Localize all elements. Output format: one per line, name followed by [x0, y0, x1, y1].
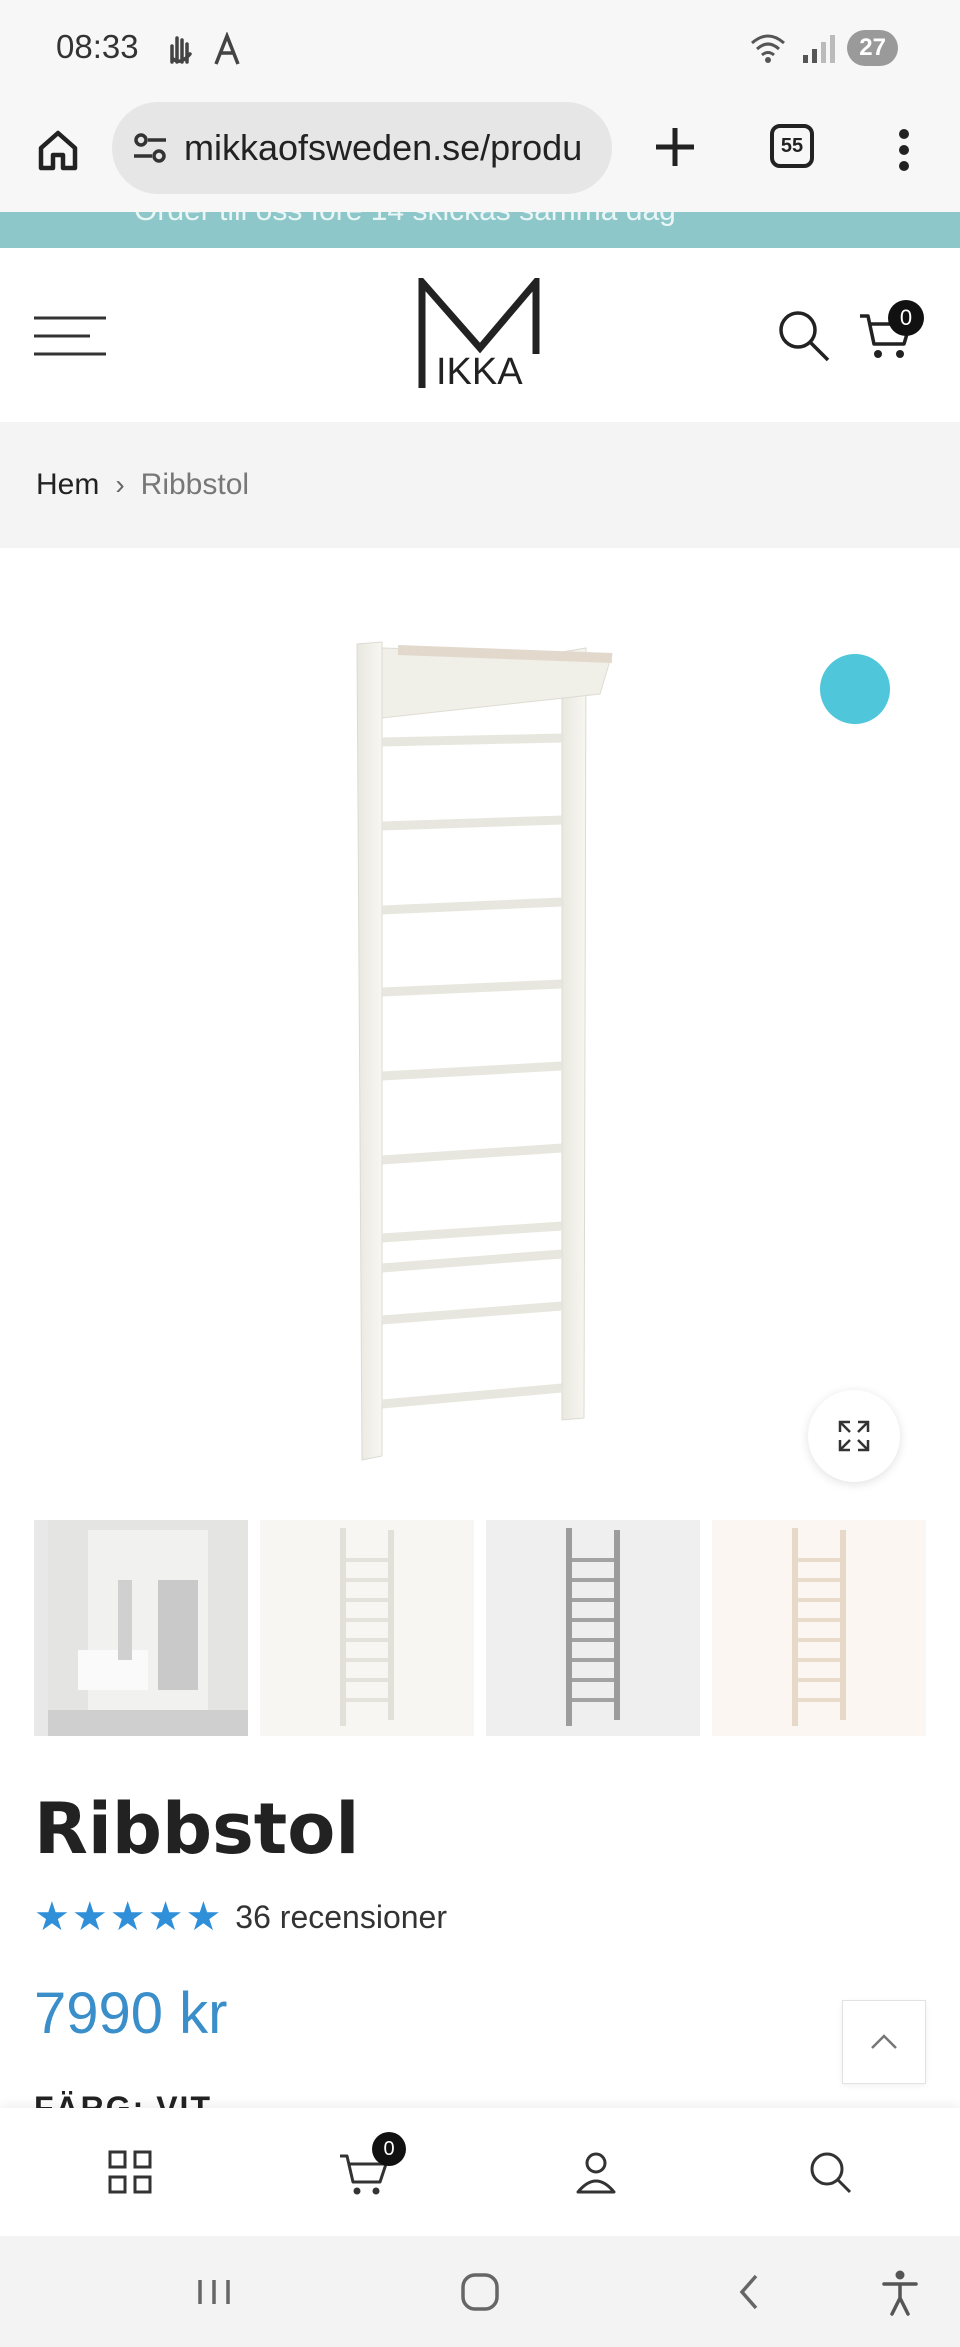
- thumbnail-strip: [34, 1520, 926, 1736]
- status-system-icons: 27: [749, 30, 898, 66]
- nav-back-button[interactable]: [720, 2262, 780, 2322]
- breadcrumb-home-link[interactable]: Hem: [36, 468, 99, 502]
- product-rating[interactable]: ★★★★★ 36 recensioner: [34, 1894, 447, 1940]
- chevron-up-icon: [871, 2034, 897, 2049]
- product-title: Ribbstol: [34, 1788, 360, 1870]
- recent-apps-button[interactable]: [184, 2262, 244, 2322]
- mikka-logo: IKKA: [418, 272, 540, 393]
- signal-icon: [803, 35, 836, 63]
- battery-indicator: 27: [847, 30, 898, 66]
- bottom-toolbar: 0: [0, 2108, 960, 2236]
- expand-icon: [838, 1420, 870, 1452]
- breadcrumb: Hem › Ribbstol: [0, 422, 960, 548]
- tab-switcher-button[interactable]: 55: [770, 124, 814, 168]
- new-tab-button[interactable]: [648, 120, 702, 174]
- product-price: 7990 kr: [34, 1981, 228, 2046]
- accessibility-icon: [882, 2270, 918, 2316]
- color-label: FÄRG: VIT: [34, 2090, 212, 2108]
- thumbnail-grey[interactable]: [486, 1520, 700, 1736]
- status-time: 08:33: [56, 28, 139, 65]
- thumbnail-room[interactable]: [34, 1520, 248, 1736]
- rating-stars: ★★★★★: [34, 1894, 224, 1940]
- review-count[interactable]: 36 recensioner: [235, 1899, 447, 1936]
- bottom-cart-badge: 0: [372, 2132, 406, 2166]
- home-icon: [38, 130, 78, 171]
- user-icon: [576, 2152, 616, 2194]
- address-bar[interactable]: mikkaofsweden.se/produ: [112, 102, 612, 194]
- zoom-button[interactable]: [808, 1390, 900, 1482]
- browser-menu-button[interactable]: [886, 122, 922, 178]
- thumbnail-white[interactable]: [260, 1520, 474, 1736]
- announcement-text: Order till oss före 14 skickas samma dag: [134, 212, 676, 228]
- system-nav-bar: [0, 2236, 960, 2347]
- home-circle-icon: [461, 2273, 499, 2311]
- plus-icon: [656, 128, 694, 166]
- nav-home-button[interactable]: [450, 2262, 510, 2322]
- logo-text: IKKA: [436, 351, 523, 393]
- bottom-account-button[interactable]: [568, 2144, 624, 2200]
- announcement-bar: Order till oss före 14 skickas samma dag: [0, 212, 960, 248]
- breadcrumb-separator: ›: [115, 469, 125, 500]
- thumbnail-natural-image: [712, 1520, 926, 1736]
- color-swatch[interactable]: [820, 654, 890, 724]
- thumbnail-grey-image: [486, 1520, 700, 1736]
- cart-badge: 0: [888, 300, 924, 336]
- grid-icon: [108, 2150, 152, 2194]
- thumbnail-white-image: [260, 1520, 474, 1736]
- site-header: IKKA 0: [0, 248, 960, 422]
- wifi-icon: [751, 34, 786, 63]
- url-text: mikkaofsweden.se/produ: [184, 127, 583, 168]
- search-icon: [810, 2152, 852, 2194]
- search-icon: [779, 311, 830, 362]
- bottom-cart-button[interactable]: 0: [336, 2132, 406, 2200]
- hand-gesture-icon: [170, 36, 192, 64]
- bottom-search-button[interactable]: [802, 2144, 858, 2200]
- more-vert-icon: [899, 129, 909, 171]
- header-cart-button[interactable]: 0: [858, 300, 924, 364]
- hamburger-icon: [34, 316, 106, 356]
- site-settings-icon[interactable]: [130, 128, 170, 168]
- back-icon: [739, 2274, 758, 2310]
- scroll-to-top-button[interactable]: [842, 2000, 926, 2084]
- wall-bars-image: [356, 641, 613, 1461]
- recent-apps-icon: [198, 2280, 230, 2304]
- site-logo[interactable]: IKKA: [416, 272, 544, 394]
- browser-toolbar: mikkaofsweden.se/produ 55: [0, 100, 960, 212]
- bottom-categories-button[interactable]: [102, 2144, 158, 2200]
- thumbnail-room-image: [48, 1520, 248, 1736]
- status-bar: 08:33 27: [0, 0, 960, 100]
- menu-button[interactable]: [34, 314, 106, 358]
- status-notification-icons: [164, 32, 242, 66]
- accessibility-a-icon: [214, 32, 240, 65]
- header-search-button[interactable]: [776, 308, 832, 364]
- breadcrumb-current: Ribbstol: [140, 468, 250, 501]
- accessibility-button[interactable]: [870, 2262, 930, 2322]
- browser-home-button[interactable]: [30, 122, 86, 178]
- product-image-gallery[interactable]: [0, 548, 960, 1508]
- thumbnail-natural[interactable]: [712, 1520, 926, 1736]
